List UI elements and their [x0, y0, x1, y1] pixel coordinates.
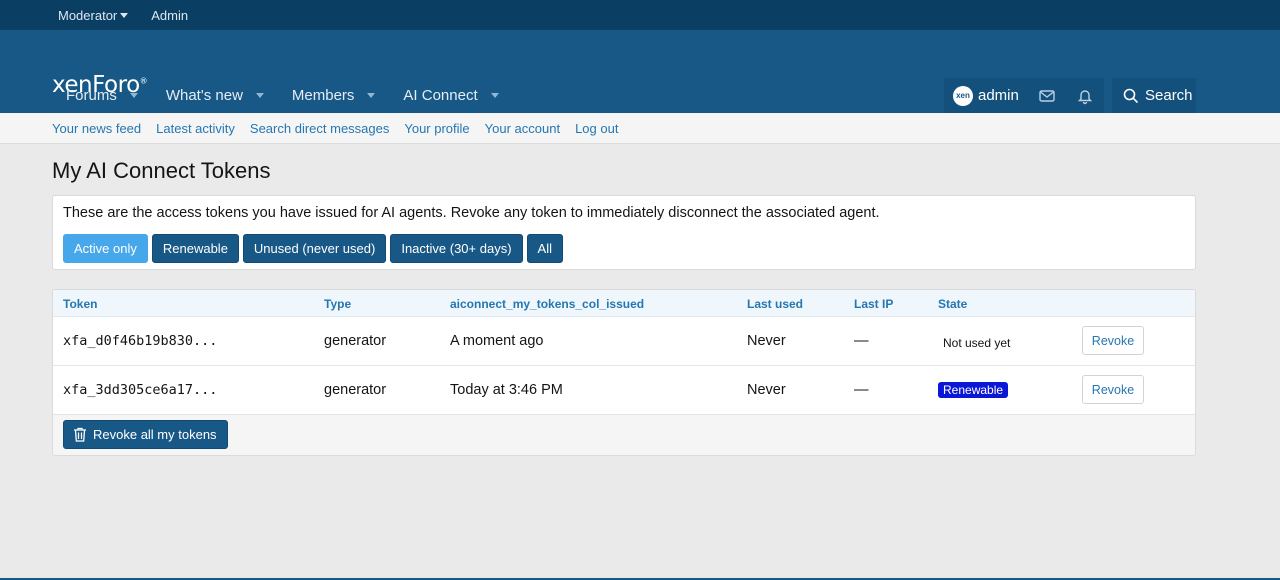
- admin-link[interactable]: Admin: [151, 8, 188, 23]
- trash-icon: [74, 427, 86, 442]
- revoke-button[interactable]: Revoke: [1082, 375, 1144, 404]
- status-badge: Not used yet: [943, 336, 1011, 350]
- table-header: Token Type aiconnect_my_tokens_col_issue…: [53, 290, 1195, 317]
- site-header: xenForo® Forums What's new Members AI Co…: [0, 30, 1280, 113]
- subnav-your-profile[interactable]: Your profile: [404, 121, 469, 136]
- page-title: My AI Connect Tokens: [52, 158, 271, 183]
- token-value: xfa_d0f46b19b830...: [63, 333, 218, 349]
- staff-bar: Moderator Admin: [0, 0, 1280, 30]
- search-label: Search: [1145, 87, 1193, 104]
- token-last-ip: —: [854, 333, 869, 349]
- nav-tab-ai-connect[interactable]: AI Connect: [389, 77, 512, 113]
- envelope-icon[interactable]: [1038, 87, 1056, 105]
- token-last-ip: —: [854, 382, 869, 398]
- nav-tab-forums[interactable]: Forums: [52, 77, 152, 113]
- main-nav: Forums What's new Members AI Connect: [52, 77, 513, 113]
- table-row: xfa_d0f46b19b830... generator A moment a…: [53, 317, 1195, 366]
- caret-down-icon: [120, 12, 129, 18]
- revoke-button[interactable]: Revoke: [1082, 326, 1144, 355]
- nav-tab-label: AI Connect: [403, 86, 478, 104]
- avatar[interactable]: xen: [953, 85, 973, 106]
- revoke-all-button[interactable]: Revoke all my tokens: [63, 420, 228, 449]
- nav-tab-label: What's new: [165, 86, 243, 104]
- filter-unused[interactable]: Unused (never used): [242, 234, 387, 263]
- moderator-label: Moderator: [58, 7, 118, 23]
- search-icon: [1123, 88, 1139, 103]
- sub-nav: Your news feed Latest activity Search di…: [0, 113, 1280, 144]
- chevron-down-icon[interactable]: [255, 92, 264, 98]
- subnav-news-feed[interactable]: Your news feed: [52, 121, 141, 136]
- filter-all[interactable]: All: [526, 234, 563, 263]
- token-issued: A moment ago: [450, 333, 544, 349]
- search-button[interactable]: Search: [1112, 78, 1196, 113]
- subnav-log-out[interactable]: Log out: [575, 121, 618, 136]
- nav-tab-label: Members: [291, 86, 355, 104]
- user-area: xen admin: [944, 78, 1104, 113]
- token-value: xfa_3dd305ce6a17...: [63, 382, 218, 398]
- bell-icon[interactable]: [1076, 87, 1094, 105]
- col-header-last-used: Last used: [747, 297, 804, 311]
- nav-tab-whats-new[interactable]: What's new: [152, 77, 278, 113]
- subnav-your-account[interactable]: Your account: [485, 121, 560, 136]
- filter-renewable[interactable]: Renewable: [151, 234, 239, 263]
- subnav-latest-activity[interactable]: Latest activity: [156, 121, 235, 136]
- token-issued: Today at 3:46 PM: [450, 382, 563, 398]
- col-header-last-ip: Last IP: [854, 297, 894, 311]
- nav-tab-members[interactable]: Members: [278, 77, 390, 113]
- token-last-used: Never: [747, 333, 786, 349]
- filter-active-only[interactable]: Active only: [63, 234, 148, 263]
- nav-tab-label: Forums: [66, 86, 117, 104]
- username-link[interactable]: admin: [978, 87, 1019, 104]
- admin-label: Admin: [151, 7, 189, 23]
- revoke-all-label: Revoke all my tokens: [93, 427, 217, 442]
- col-header-type: Type: [324, 297, 352, 311]
- table-footer: Revoke all my tokens: [53, 415, 1195, 455]
- chevron-down-icon[interactable]: [490, 92, 499, 98]
- chevron-down-icon[interactable]: [367, 92, 376, 98]
- filter-bar: Active only Renewable Unused (never used…: [63, 234, 567, 263]
- token-type: generator: [324, 382, 387, 398]
- token-type: generator: [324, 333, 387, 349]
- tokens-table: Token Type aiconnect_my_tokens_col_issue…: [52, 289, 1196, 456]
- col-header-state: State: [938, 297, 968, 311]
- info-block: These are the access tokens you have iss…: [52, 195, 1196, 270]
- info-text: These are the access tokens you have iss…: [63, 205, 880, 221]
- col-header-token: Token: [63, 297, 98, 311]
- avatar-text: xen: [956, 91, 970, 100]
- col-header-issued: aiconnect_my_tokens_col_issued: [450, 297, 645, 311]
- status-badge: Renewable: [938, 382, 1009, 398]
- token-last-used: Never: [747, 382, 786, 398]
- chevron-down-icon[interactable]: [129, 92, 138, 98]
- table-row: xfa_3dd305ce6a17... generator Today at 3…: [53, 366, 1195, 415]
- filter-inactive[interactable]: Inactive (30+ days): [390, 234, 523, 263]
- subnav-search-dms[interactable]: Search direct messages: [250, 121, 389, 136]
- moderator-menu[interactable]: Moderator: [58, 7, 129, 23]
